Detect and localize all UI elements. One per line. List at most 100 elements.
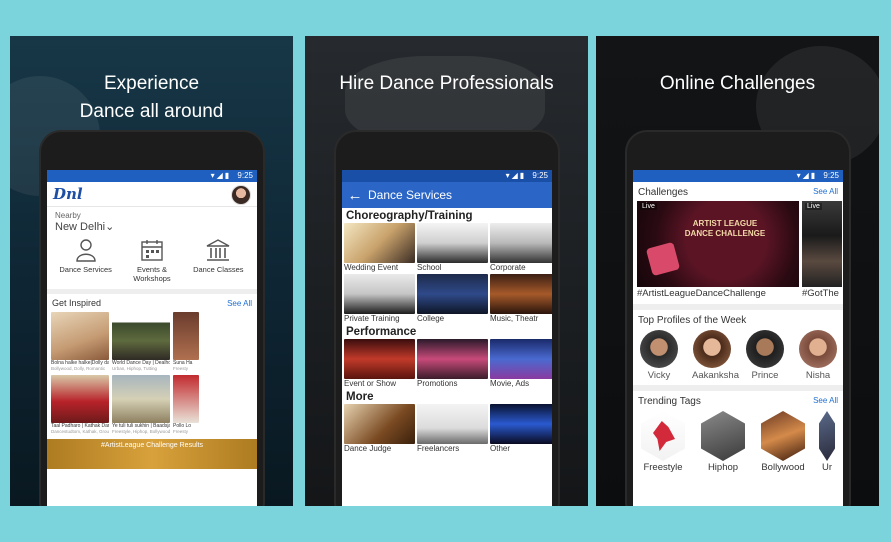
service-label: Corporate: [490, 263, 526, 272]
calendar-icon: [141, 240, 163, 261]
status-time: 9:25: [532, 171, 548, 180]
video-tile[interactable]: Ye tuli tuli sukhin | Baadsjar Freestyle…: [112, 375, 170, 435]
service-freelancers[interactable]: Freelancers: [417, 404, 488, 454]
tag-hexagon: [701, 411, 745, 461]
challenge-card[interactable]: ARTIST LEAGUE DANCE CHALLENGE Live #Arti…: [637, 201, 799, 300]
trending-tags-list: Freestyle Hiphop Bollywood Ur: [633, 411, 843, 473]
service-label: Promotions: [417, 379, 458, 388]
phone-frame: ▾◢▮ 9:25 Dnl Nearby New Delhi⌄ Dance Ser…: [41, 132, 263, 506]
video-tags: Dancestudtom, Kathak, Group: [51, 429, 109, 434]
video-thumbnail: [173, 375, 199, 423]
service-private-training[interactable]: Private Training: [344, 274, 415, 324]
profile-avatar: [693, 330, 731, 368]
location-label: Nearby: [55, 211, 81, 220]
service-other[interactable]: Other: [490, 404, 552, 454]
service-label: Private Training: [344, 314, 400, 323]
video-tile[interactable]: Taal Padharo | Kathak Dance Dancestudtom…: [51, 375, 109, 435]
profile-avatar: [746, 330, 784, 368]
challenges-carousel: ARTIST LEAGUE DANCE CHALLENGE Live #Arti…: [633, 201, 843, 300]
video-thumbnail: [51, 375, 109, 423]
service-college[interactable]: College: [417, 274, 488, 324]
tag-item[interactable]: Freestyle: [639, 411, 687, 473]
user-avatar[interactable]: [231, 185, 251, 205]
see-all-link[interactable]: See All: [813, 396, 838, 407]
service-label: Other: [490, 444, 511, 453]
inspired-row-1: Bolna halke halke|Dolly dance Bollywood,…: [47, 312, 257, 372]
quick-link-events-workshops[interactable]: Events & Workshops: [119, 237, 184, 283]
video-tags: Bollywood, Dolly, Romantic: [51, 366, 106, 371]
service-school[interactable]: School: [417, 223, 488, 273]
tag-label: Freestyle: [643, 462, 683, 473]
profile-avatar: [799, 330, 837, 368]
poster-subtitle: DANCE CHALLENGE: [684, 229, 766, 238]
tag-item[interactable]: Ur: [819, 411, 835, 473]
video-tags: Urban, Hiphop, Tutting: [112, 366, 158, 371]
service-image: [490, 223, 552, 263]
quick-links: Dance Services Events & Workshops Dance …: [47, 235, 257, 294]
service-corporate[interactable]: Corporate: [490, 223, 552, 273]
video-tile[interactable]: Pollo Lo Freesty: [173, 375, 199, 435]
challenge-poster: [802, 201, 842, 287]
app-logo[interactable]: Dnl: [53, 185, 83, 203]
building-icon: [206, 239, 230, 261]
tag-item[interactable]: Hiphop: [699, 411, 747, 473]
profile-avatar: [640, 330, 678, 368]
service-movie-ads[interactable]: Movie, Ads: [490, 339, 552, 389]
challenges-header: Challenges See All: [633, 182, 843, 201]
tag-item[interactable]: Bollywood: [759, 411, 807, 473]
status-bar: ▾◢▮ 9:25: [47, 170, 257, 182]
video-thumbnail: [112, 312, 170, 360]
poster-title: ARTIST LEAGUE: [692, 219, 758, 228]
get-inspired-header: Get Inspired See All: [47, 294, 257, 312]
panel-headline: Online Challenges: [659, 73, 816, 94]
video-tile[interactable]: Suna Ha Freesty: [173, 312, 199, 372]
service-image: [344, 339, 415, 379]
quick-link-dance-classes[interactable]: Dance Classes: [186, 237, 251, 283]
quick-link-dance-services[interactable]: Dance Services: [53, 237, 118, 283]
challenge-poster: ARTIST LEAGUE DANCE CHALLENGE: [637, 201, 799, 287]
profile-item[interactable]: Prince: [745, 330, 785, 381]
profile-item[interactable]: Aakanksha: [692, 330, 740, 381]
video-tile[interactable]: World Dance Day | Dealhoppers Urban, Hip…: [112, 312, 170, 372]
section-title-more: More: [346, 391, 374, 403]
location-selector[interactable]: Nearby New Delhi⌄: [47, 207, 257, 235]
profile-name: Aakanksha: [692, 370, 740, 381]
service-dance-judge[interactable]: Dance Judge: [344, 404, 415, 454]
profile-name: Vicky: [647, 370, 671, 381]
inspired-row-2: Taal Padharo | Kathak Dance Dancestudtom…: [47, 375, 257, 435]
service-image: [417, 404, 488, 444]
challenge-results-banner[interactable]: #ArtistLeague Challenge Results: [47, 439, 257, 469]
video-thumbnail: [173, 312, 199, 360]
signal-battery-icons: ▾◢▮: [505, 171, 527, 180]
video-thumbnail: [51, 312, 109, 360]
headline-line-1: Experience: [103, 73, 200, 94]
quick-link-label: Dance Classes: [193, 265, 244, 274]
service-image: [417, 274, 488, 314]
signal-battery-icons: ▾◢▮: [210, 171, 232, 180]
app-bar: Dnl: [47, 182, 257, 207]
tag-hexagon: [761, 411, 805, 461]
profile-item[interactable]: Nisha: [798, 330, 838, 381]
video-tile[interactable]: Bolna halke halke|Dolly dance Bollywood,…: [51, 312, 109, 372]
service-event-show[interactable]: Event or Show: [344, 339, 415, 389]
challenge-card[interactable]: Live #GotThe: [802, 201, 842, 300]
panel-headline: Hire Dance Professionals: [339, 73, 554, 94]
video-tags: Freestyle, Hiphop, Bollywood: [112, 429, 170, 434]
service-row: Wedding Event School Corporate: [342, 223, 552, 273]
see-all-link[interactable]: See All: [813, 187, 838, 198]
live-badge: Live: [640, 203, 657, 210]
phone-screen: ▾◢▮ 9:25 Dnl Nearby New Delhi⌄ Dance Ser…: [47, 170, 257, 506]
service-promotions[interactable]: Promotions: [417, 339, 488, 389]
trending-tags-header: Trending Tags See All: [633, 391, 843, 411]
section-title: Top Profiles of the Week: [638, 315, 747, 326]
location-city: New Delhi: [55, 221, 106, 233]
profile-item[interactable]: Vicky: [639, 330, 679, 381]
see-all-link[interactable]: See All: [227, 299, 252, 308]
service-music-theatre[interactable]: Music, Theatr: [490, 274, 552, 324]
status-time: 9:25: [237, 171, 253, 180]
phone-screen: ▾◢▮ 9:25 ← Dance Services Choreography/T…: [342, 170, 552, 506]
service-wedding-event[interactable]: Wedding Event: [344, 223, 415, 273]
panel-headline: Experience Dance all around: [10, 70, 293, 126]
poster-emblem: [645, 241, 681, 277]
back-arrow-icon[interactable]: ←: [342, 187, 368, 204]
